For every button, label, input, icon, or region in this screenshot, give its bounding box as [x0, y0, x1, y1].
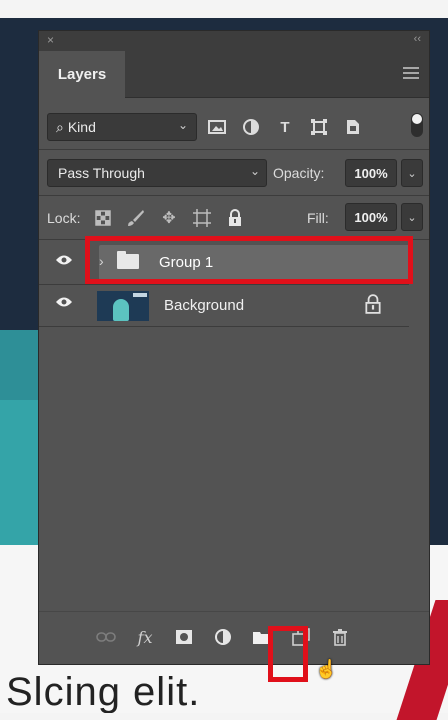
row-separator — [39, 326, 409, 327]
annotation-highlight-box — [85, 236, 413, 284]
filter-row: ⌕ Kind ⌄ T — [39, 111, 429, 145]
kind-filter-label: Kind — [67, 119, 96, 135]
lock-artboard-icon[interactable] — [192, 207, 212, 229]
smart-object-filter-icon[interactable] — [343, 117, 363, 137]
backdrop-teal-shape — [0, 330, 40, 410]
layer-lock-icon[interactable] — [363, 294, 383, 314]
blend-row: Pass Through ⌄ Opacity: 100% ⌄ — [39, 159, 429, 191]
fill-input[interactable]: 100% — [345, 203, 397, 231]
fill-label: Fill: — [307, 210, 329, 226]
panel-tabbar: Layers — [39, 51, 429, 98]
layer-name: Background — [164, 297, 245, 314]
type-filter-icon[interactable]: T — [275, 117, 295, 137]
backdrop-caption-text: Slcing elit. — [6, 670, 201, 713]
layers-panel: × ‹‹ Layers ⌕ Kind ⌄ T Pass Through ⌄ Op… — [38, 30, 430, 682]
visibility-eye-icon[interactable] — [55, 254, 73, 266]
collapse-icon[interactable]: ‹‹ — [414, 33, 421, 45]
image-filter-icon[interactable] — [207, 117, 227, 137]
layer-row-background[interactable]: Background — [39, 286, 429, 324]
opacity-label: Opacity: — [273, 165, 325, 181]
lock-image-pixels-brush-icon[interactable] — [126, 207, 146, 229]
opacity-dropdown-button[interactable]: ⌄ — [401, 159, 423, 187]
adjustment-layer-icon[interactable] — [212, 626, 234, 648]
lock-all-icon[interactable] — [225, 207, 245, 229]
visibility-eye-icon[interactable] — [55, 296, 73, 308]
blend-mode-select[interactable]: Pass Through ⌄ — [47, 159, 267, 187]
lock-transparent-pixels-icon[interactable] — [93, 207, 113, 229]
lock-position-move-icon[interactable]: ✥ — [159, 207, 179, 229]
adjustment-filter-icon[interactable] — [241, 117, 261, 137]
divider — [39, 149, 429, 150]
filter-toggle-switch[interactable] — [411, 113, 423, 137]
close-icon[interactable]: × — [47, 33, 54, 47]
lock-icons: ✥ — [93, 207, 245, 229]
tab-layers[interactable]: Layers — [39, 51, 125, 98]
backdrop-top-strip — [0, 0, 448, 18]
layer-style-fx-icon[interactable]: fx — [134, 626, 156, 648]
panel-titlebar: × ‹‹ — [39, 31, 429, 51]
chevron-down-icon: ⌄ — [177, 118, 188, 132]
bottom-toolbar-icons: fx — [95, 626, 351, 648]
kind-filter-select[interactable]: ⌕ Kind ⌄ — [47, 113, 197, 141]
row-separator — [39, 284, 409, 285]
fill-dropdown-button[interactable]: ⌄ — [401, 203, 423, 231]
add-mask-icon[interactable] — [173, 626, 195, 648]
layer-row-group-1[interactable]: › Group 1 — [39, 236, 429, 284]
hand-cursor-icon: ☝ — [315, 659, 338, 679]
search-icon: ⌕ — [56, 118, 64, 135]
layer-thumbnail — [97, 291, 149, 321]
blend-mode-value: Pass Through — [58, 165, 145, 181]
shape-filter-icon[interactable] — [309, 117, 329, 137]
bottom-toolbar: fx — [39, 611, 429, 666]
annotation-highlight-box — [268, 626, 308, 682]
chevron-down-icon: ⌄ — [249, 164, 260, 178]
opacity-input[interactable]: 100% — [345, 159, 397, 187]
link-layers-icon[interactable] — [95, 626, 117, 648]
lock-label: Lock: — [47, 210, 81, 226]
lock-row: Lock: ✥ Fill: 100% ⌄ — [39, 203, 429, 235]
divider — [39, 195, 429, 196]
filter-icons: T — [207, 117, 363, 137]
panel-menu-icon[interactable] — [403, 67, 419, 82]
delete-layer-icon[interactable] — [329, 626, 351, 648]
